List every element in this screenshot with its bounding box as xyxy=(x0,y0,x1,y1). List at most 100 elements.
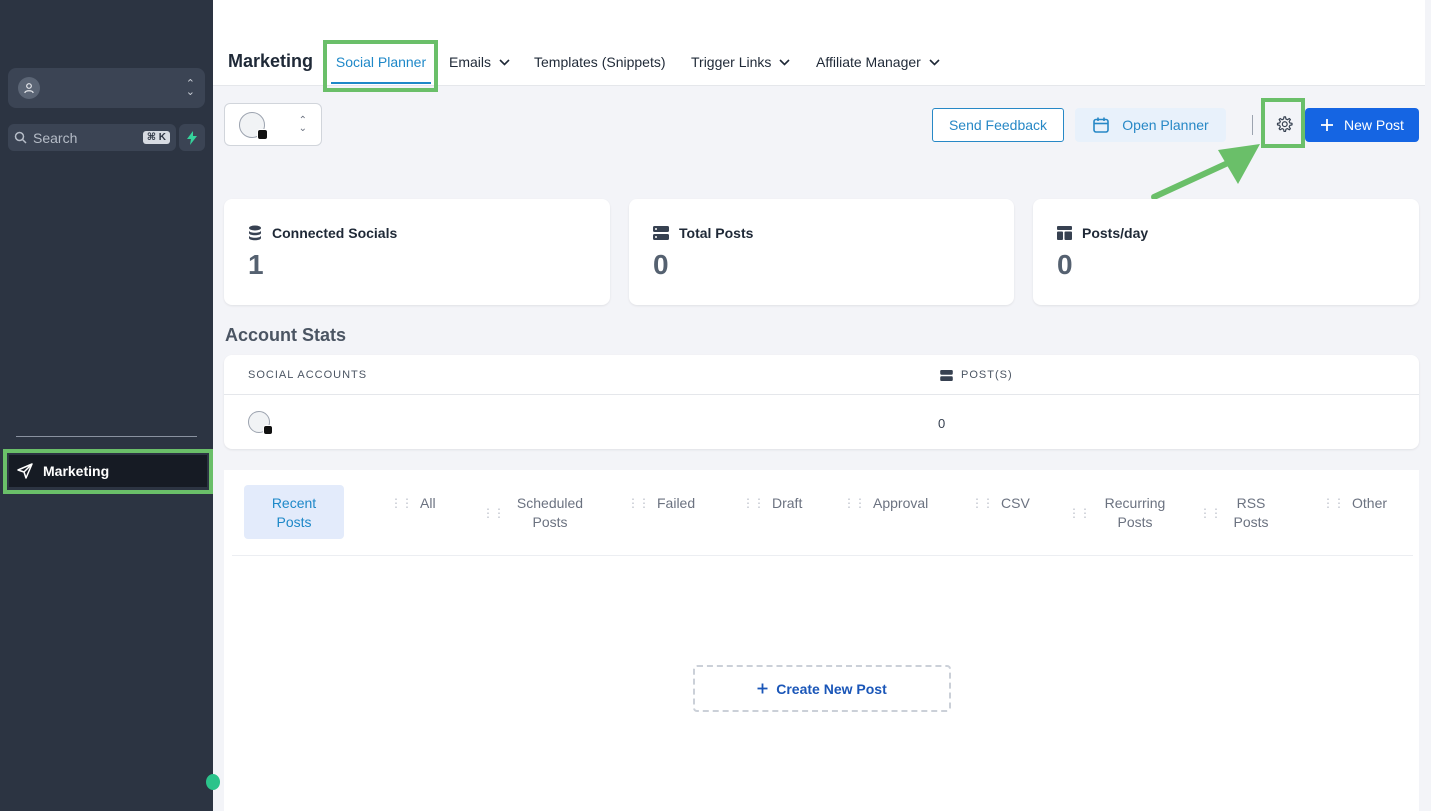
column-header-label: POST(S) xyxy=(961,369,1013,381)
drag-handle-icon: ⋮⋮ xyxy=(971,496,994,510)
tabs-divider xyxy=(232,555,1413,556)
tab-all[interactable]: ⋮⋮ All xyxy=(390,485,436,539)
toolbar-separator xyxy=(1252,115,1253,135)
tab-label: Recurring Posts xyxy=(1104,495,1166,530)
tab-social-planner[interactable]: Social Planner xyxy=(331,48,431,84)
sidebar-item-marketing[interactable]: Marketing xyxy=(9,455,207,487)
send-feedback-button[interactable]: Send Feedback xyxy=(932,108,1064,142)
sidebar-divider xyxy=(16,436,197,437)
drag-handle-icon: ⋮⋮ xyxy=(1322,496,1345,510)
page-title: Marketing xyxy=(228,51,314,71)
layout-icon xyxy=(1057,226,1072,240)
chevron-updown-icon: ⌃ ⌄ xyxy=(298,114,307,134)
quick-action-button[interactable] xyxy=(179,124,205,151)
tab-label: Social Planner xyxy=(335,54,427,70)
tab-label: Approval xyxy=(873,495,929,511)
chevron-down-icon xyxy=(499,58,510,66)
stat-value: 0 xyxy=(653,249,669,280)
chevron-updown-icon: ⌃ ⌄ xyxy=(185,78,195,98)
social-account-avatar xyxy=(248,411,273,435)
tab-label: Draft xyxy=(772,495,803,511)
stat-value: 0 xyxy=(1057,249,1073,280)
tab-label: Templates (Snippets) xyxy=(534,54,666,70)
drag-handle-icon: ⋮⋮ xyxy=(627,496,650,510)
open-planner-button[interactable]: Open Planner xyxy=(1075,108,1226,142)
tab-trigger-links[interactable]: Trigger Links xyxy=(691,54,790,70)
user-avatar-icon xyxy=(18,77,40,99)
tab-templates[interactable]: Templates (Snippets) xyxy=(534,54,666,70)
column-header-posts: POST(S) xyxy=(940,369,1013,381)
stat-label: Connected Socials xyxy=(272,225,398,241)
new-post-label: New Post xyxy=(1344,117,1404,133)
create-new-post-label: Create New Post xyxy=(776,680,887,697)
tab-other[interactable]: ⋮⋮ Other xyxy=(1322,485,1387,539)
drag-handle-icon: ⋮⋮ xyxy=(1068,506,1091,520)
tab-approval[interactable]: ⋮⋮ Approval xyxy=(843,485,928,539)
tab-label: RSS Posts xyxy=(1233,495,1269,530)
gear-icon xyxy=(1276,116,1293,133)
tab-recent-posts[interactable]: Recent Posts xyxy=(244,485,344,539)
tab-label: Trigger Links xyxy=(691,54,772,70)
drag-handle-icon: ⋮⋮ xyxy=(390,496,413,510)
new-post-button[interactable]: New Post xyxy=(1305,108,1419,142)
status-dot xyxy=(206,774,220,790)
column-header-social-accounts: SOCIAL ACCOUNTS xyxy=(248,369,367,381)
table-header: SOCIAL ACCOUNTS POST(S) xyxy=(224,355,1419,395)
server-icon xyxy=(653,226,669,240)
tab-label: Affiliate Manager xyxy=(816,54,921,70)
account-stats-table: SOCIAL ACCOUNTS POST(S) 0 xyxy=(224,355,1419,449)
stat-label: Total Posts xyxy=(679,225,754,241)
tab-draft[interactable]: ⋮⋮ Draft xyxy=(742,485,802,539)
tab-label: Recent Posts xyxy=(271,495,317,530)
chevron-down-icon xyxy=(779,58,790,66)
tab-emails[interactable]: Emails xyxy=(449,54,510,70)
tab-label: Scheduled Posts xyxy=(516,495,584,530)
table-cell-posts: 0 xyxy=(938,416,946,431)
account-selector[interactable]: ⌃ ⌄ xyxy=(224,103,322,146)
column-header-label: SOCIAL ACCOUNTS xyxy=(248,369,368,381)
sidebar: ⌃ ⌄ Search ⌘ K Marketing xyxy=(0,0,213,811)
tab-label: Emails xyxy=(449,54,492,70)
tab-rss-posts[interactable]: ⋮⋮ RSS Posts xyxy=(1199,485,1273,539)
drag-handle-icon: ⋮⋮ xyxy=(843,496,866,510)
account-stats-title: Account Stats xyxy=(225,325,347,345)
stat-card-connected-socials: Connected Socials 1 xyxy=(224,199,610,305)
bolt-icon xyxy=(187,130,197,145)
tab-label: Failed xyxy=(657,495,696,511)
drag-handle-icon: ⋮⋮ xyxy=(742,496,765,510)
plus-icon xyxy=(757,683,768,694)
database-icon xyxy=(249,225,261,241)
tab-label: Other xyxy=(1352,495,1388,511)
paper-plane-icon xyxy=(17,463,33,479)
account-switcher[interactable]: ⌃ ⌄ xyxy=(8,68,205,108)
posts-panel: Recent Posts ⋮⋮ All ⋮⋮ Scheduled Posts ⋮… xyxy=(224,470,1419,811)
tab-affiliate-manager[interactable]: Affiliate Manager xyxy=(816,54,940,70)
social-account-avatar xyxy=(239,111,268,140)
stat-value: 1 xyxy=(248,249,264,280)
calendar-icon xyxy=(1093,117,1110,133)
tab-label: All xyxy=(420,495,436,511)
server-icon xyxy=(940,369,953,381)
page-edge xyxy=(1425,0,1431,811)
drag-handle-icon: ⋮⋮ xyxy=(1199,506,1222,520)
tab-failed[interactable]: ⋮⋮ Failed xyxy=(627,485,695,539)
tiktok-badge-icon xyxy=(257,128,268,140)
chevron-down-icon xyxy=(929,58,940,66)
sidebar-item-label: Marketing xyxy=(43,463,110,479)
create-new-post-button[interactable]: Create New Post xyxy=(693,665,951,712)
sidebar-search[interactable]: Search ⌘ K xyxy=(8,124,176,151)
stat-card-total-posts: Total Posts 0 xyxy=(629,199,1014,305)
drag-handle-icon: ⋮⋮ xyxy=(482,506,505,520)
search-shortcut: ⌘ K xyxy=(142,131,170,144)
tab-label: CSV xyxy=(1001,495,1030,511)
open-planner-label: Open Planner xyxy=(1122,117,1209,133)
settings-button[interactable] xyxy=(1269,107,1299,141)
tab-csv[interactable]: ⋮⋮ CSV xyxy=(971,485,1030,539)
plus-icon xyxy=(1321,119,1334,131)
tab-scheduled-posts[interactable]: ⋮⋮ Scheduled Posts xyxy=(482,485,588,539)
tiktok-badge-icon xyxy=(263,425,273,435)
stat-label: Posts/day xyxy=(1082,225,1149,241)
tab-recurring-posts[interactable]: ⋮⋮ Recurring Posts xyxy=(1068,485,1172,539)
stat-card-posts-per-day: Posts/day 0 xyxy=(1033,199,1419,305)
search-label: Search xyxy=(33,129,78,146)
